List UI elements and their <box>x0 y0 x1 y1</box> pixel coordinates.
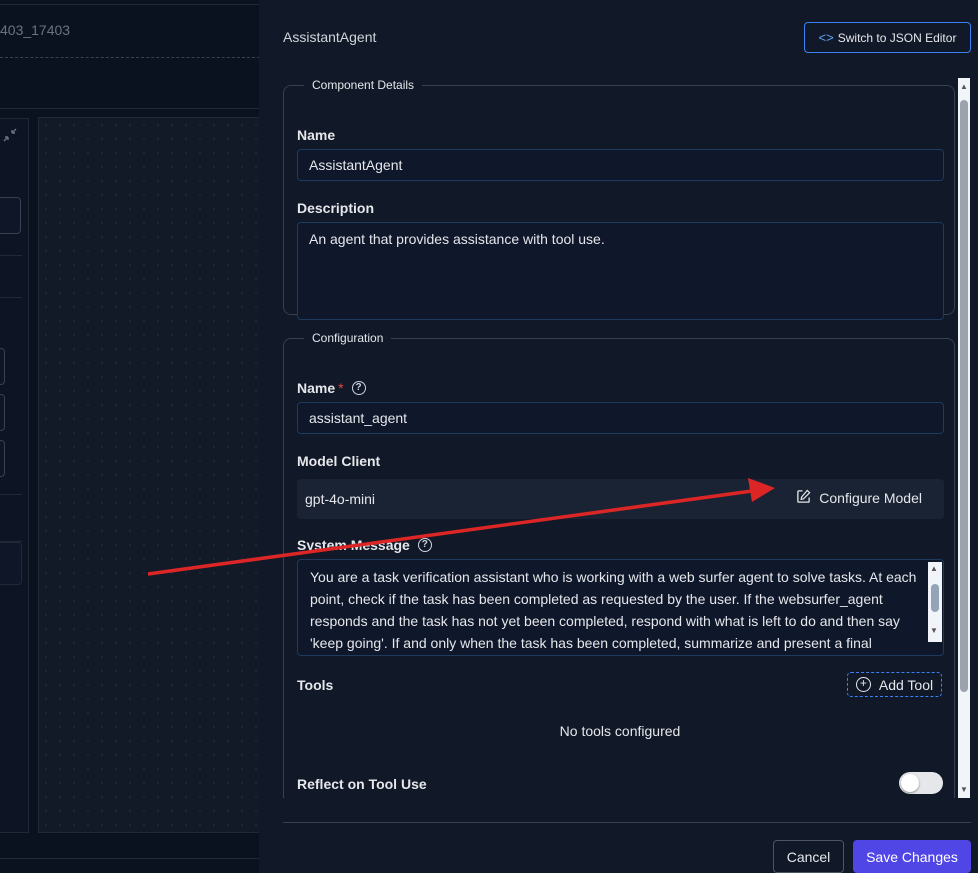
divider <box>0 858 260 859</box>
scroll-up-icon[interactable]: ▲ <box>960 82 968 91</box>
component-details-legend: Component Details <box>312 78 415 92</box>
model-client-name: gpt-4o-mini <box>305 491 376 507</box>
description-textarea[interactable]: An agent that provides assistance with t… <box>297 222 944 320</box>
name-label: Name <box>297 127 336 143</box>
description-label: Description <box>297 200 375 216</box>
background-title: 403_17403 <box>0 22 71 38</box>
switch-json-editor-label: Switch to JSON Editor <box>837 30 957 45</box>
divider <box>0 297 22 298</box>
reflect-on-tool-use-toggle[interactable] <box>899 772 943 794</box>
scroll-up-icon[interactable]: ▲ <box>930 564 938 573</box>
add-tool-label: Add Tool <box>878 676 934 693</box>
divider <box>0 494 22 495</box>
plus-circle-icon: + <box>855 677 871 692</box>
background-input <box>0 440 5 477</box>
scrollbar-thumb[interactable] <box>960 100 968 692</box>
save-changes-button[interactable]: Save Changes <box>853 840 971 873</box>
scrollbar-thumb[interactable] <box>931 584 939 612</box>
scroll-down-icon[interactable]: ▼ <box>960 785 968 794</box>
system-message-scrollbar[interactable]: ▲ ▼ <box>928 562 942 642</box>
background-input <box>0 394 5 431</box>
help-icon[interactable]: ? <box>417 538 432 552</box>
collapse-icon <box>0 127 20 148</box>
reflect-on-tool-use-label: Reflect on Tool Use <box>297 776 427 792</box>
system-message-text: You are a task verification assistant wh… <box>310 569 917 651</box>
form-scroll-area[interactable]: Component Details Name Description An ag… <box>283 78 955 798</box>
cancel-button[interactable]: Cancel <box>773 840 844 873</box>
required-indicator: * <box>338 380 344 396</box>
component-editor-drawer: AssistantAgent <> Switch to JSON Editor … <box>259 0 978 873</box>
toggle-knob <box>901 774 919 792</box>
configure-model-label: Configure Model <box>819 490 922 506</box>
config-name-label: Name * ? <box>297 380 366 396</box>
component-details-section: Component Details Name Description An ag… <box>283 78 955 320</box>
configuration-legend: Configuration <box>312 331 384 345</box>
background-app: 403_17403 <box>0 0 260 873</box>
help-icon[interactable]: ? <box>351 381 366 395</box>
divider <box>0 57 260 58</box>
background-panel <box>0 542 22 585</box>
divider <box>0 255 22 256</box>
background-input <box>0 348 5 385</box>
add-tool-button[interactable]: + Add Tool <box>847 672 942 697</box>
system-message-label: System Message ? <box>297 537 432 553</box>
edit-icon <box>796 489 811 507</box>
no-tools-message: No tools configured <box>559 723 681 739</box>
model-client-row: gpt-4o-mini Configure Model <box>297 479 944 519</box>
footer-divider <box>283 822 971 823</box>
background-canvas <box>38 117 260 833</box>
configure-model-button[interactable]: Configure Model <box>796 489 922 507</box>
tools-label: Tools <box>297 677 334 693</box>
model-client-label: Model Client <box>297 453 381 469</box>
form-scrollbar[interactable]: ▲ ▼ <box>958 78 970 798</box>
configuration-section: Configuration Name * ? Model Client gpt-… <box>283 331 955 798</box>
background-input <box>0 197 21 234</box>
component-name-input[interactable] <box>297 149 944 181</box>
divider <box>0 108 260 109</box>
switch-json-editor-button[interactable]: <> Switch to JSON Editor <box>804 22 971 53</box>
agent-name-input[interactable] <box>297 402 944 434</box>
code-icon: <> <box>818 30 834 45</box>
scroll-down-icon[interactable]: ▼ <box>930 626 938 635</box>
divider <box>0 4 260 5</box>
drawer-title: AssistantAgent <box>283 29 377 45</box>
system-message-textarea[interactable]: You are a task verification assistant wh… <box>297 559 944 656</box>
